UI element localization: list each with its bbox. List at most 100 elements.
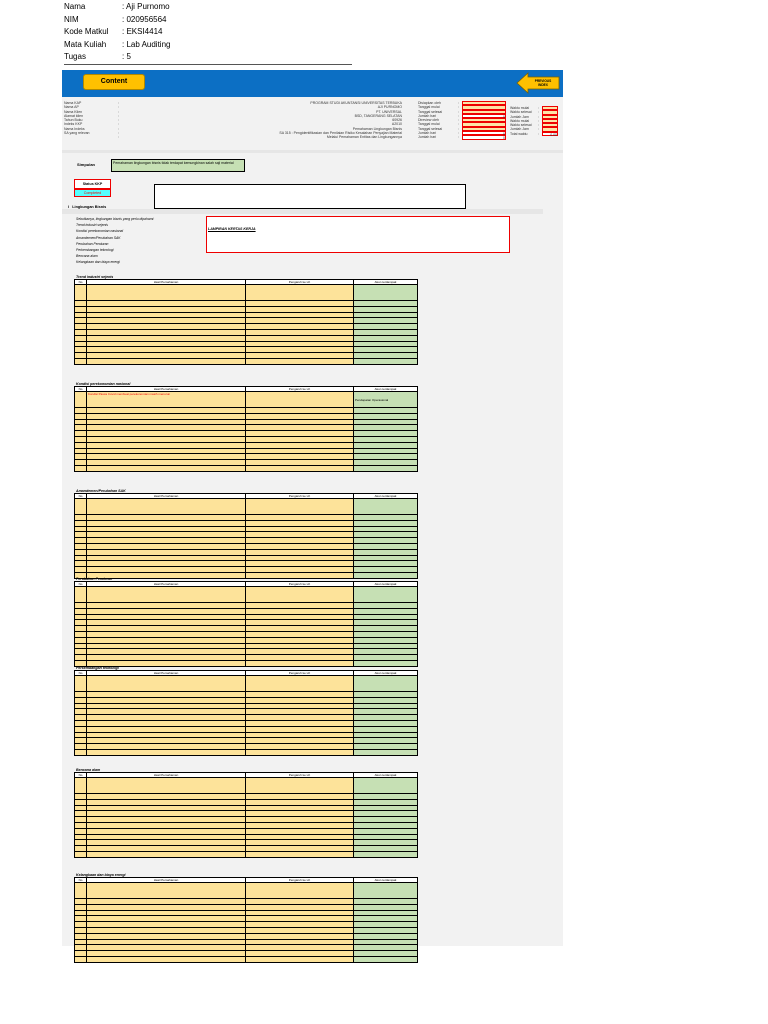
cell[interactable] — [353, 955, 418, 963]
cell[interactable] — [86, 586, 246, 603]
cell[interactable] — [245, 748, 354, 756]
cell[interactable] — [353, 284, 418, 301]
table-row — [74, 777, 418, 794]
content-button[interactable]: Content — [83, 74, 145, 90]
student-label: Mata Kuliah — [64, 39, 107, 49]
cell[interactable] — [86, 284, 246, 301]
cell[interactable] — [353, 675, 418, 692]
table-row — [74, 850, 418, 858]
student-row: Nama: Aji Purnomo — [64, 1, 352, 14]
previous-index-label: PREVIOUS INDEX — [534, 79, 552, 87]
cell[interactable] — [86, 464, 246, 472]
cell-no[interactable] — [74, 391, 87, 408]
student-info: Nama: Aji Purnomo NIM : 020956564 Kode Matk… — [64, 1, 352, 64]
factor-item: Kelangkaan dan biaya energi — [76, 260, 120, 265]
table-row: Kondisi Pasca Covid membuat perekonomian… — [74, 391, 418, 408]
cell[interactable] — [245, 675, 354, 692]
notes-box[interactable] — [154, 184, 466, 209]
previous-index-button[interactable]: PREVIOUS INDEX — [516, 72, 560, 94]
cell[interactable] — [245, 391, 354, 408]
table-row — [74, 586, 418, 603]
student-row: Tugas: 5 — [64, 51, 352, 64]
cell[interactable]: Kondisi Pasca Covid membuat perekonomian… — [86, 391, 246, 408]
cell-no[interactable] — [74, 675, 87, 692]
student-label: Kode Matkul — [64, 27, 109, 36]
cell[interactable] — [86, 882, 246, 899]
table-row — [74, 571, 418, 579]
findings-table: No Hasil Pemahaman Pengaruh ke LK Akun terd… — [74, 581, 418, 667]
info-row: Jumlah hari:0 — [418, 135, 508, 140]
cell[interactable] — [353, 357, 418, 365]
cell[interactable] — [353, 464, 418, 472]
info-row: : Melalui Pemahaman Entitas dan Lingkunga… — [64, 135, 414, 139]
cell[interactable] — [353, 498, 418, 515]
cell[interactable] — [86, 675, 246, 692]
simpulan-text[interactable]: Pemahaman lingkungan bisnis tidak terdap… — [111, 159, 245, 172]
student-row: Mata Kuliah : Lab Auditing — [64, 39, 352, 52]
info-label — [64, 135, 118, 139]
cell[interactable]: Pendapatan Operasional — [353, 391, 418, 408]
cell[interactable] — [245, 955, 354, 963]
cell[interactable] — [245, 659, 354, 667]
cell-no[interactable] — [74, 498, 87, 515]
cell[interactable] — [245, 882, 354, 899]
table-row — [74, 464, 418, 472]
cell[interactable] — [86, 498, 246, 515]
table-row — [74, 659, 418, 667]
cell[interactable] — [245, 850, 354, 858]
cell[interactable] — [74, 748, 87, 756]
cell[interactable] — [86, 850, 246, 858]
table-row — [74, 882, 418, 899]
cell[interactable] — [245, 284, 354, 301]
student-row: NIM : 020956564 — [64, 14, 352, 27]
table-row — [74, 955, 418, 963]
cell[interactable] — [86, 357, 246, 365]
audit-info-right: Disiapkan oleh: Tanggal mulai: Tanggal sel… — [418, 101, 508, 140]
student-value: : 5 — [122, 52, 131, 61]
cell[interactable] — [245, 777, 354, 794]
divider — [64, 64, 352, 65]
cell[interactable] — [86, 955, 246, 963]
divider — [62, 150, 563, 153]
student-value: : Aji Purnomo — [122, 2, 170, 11]
table-row — [74, 748, 418, 756]
status-badge[interactable]: Completed — [74, 189, 111, 197]
student-row: Kode Matkul: EKSI4414 — [64, 26, 352, 39]
divider — [62, 209, 543, 214]
cell[interactable] — [74, 464, 87, 472]
cell[interactable] — [353, 571, 418, 579]
cell[interactable] — [74, 955, 87, 963]
cell[interactable] — [353, 882, 418, 899]
student-value: : Lab Auditing — [122, 39, 171, 49]
cell-no[interactable] — [74, 586, 87, 603]
findings-table: No Hasil Pemahaman Pengaruh ke LK Akun terd… — [74, 670, 418, 756]
findings-table: No Hasil Pemahaman Pengaruh ke LK Akun terd… — [74, 772, 418, 858]
cell[interactable] — [74, 357, 87, 365]
cell[interactable] — [245, 498, 354, 515]
info-value[interactable]: 0 — [462, 135, 506, 140]
info-value[interactable]: 0.00 — [542, 131, 558, 137]
cell[interactable] — [245, 586, 354, 603]
audit-info-time: Waktu mulai: Waktu selesai: Jumlah Jam: Wak… — [510, 106, 563, 137]
findings-table: No Hasil Pemahaman Pengaruh ke LK Akun terd… — [74, 493, 418, 579]
cell[interactable] — [353, 850, 418, 858]
student-value: : 020956564 — [122, 14, 167, 24]
cell[interactable] — [86, 777, 246, 794]
cell[interactable] — [353, 777, 418, 794]
cell[interactable] — [86, 748, 246, 756]
cell-no[interactable] — [74, 284, 87, 301]
student-label: NIM — [64, 14, 79, 24]
status-kkp-label: Status KKP — [74, 179, 111, 189]
cell[interactable] — [74, 850, 87, 858]
cell[interactable] — [245, 464, 354, 472]
cell[interactable] — [353, 748, 418, 756]
cell-no[interactable] — [74, 882, 87, 899]
cell[interactable] — [245, 571, 354, 579]
lampiran-box[interactable]: LAMPIRAN KERTAS KERJA — [206, 216, 510, 253]
simpulan-label: Simpulan — [77, 162, 96, 167]
cell-no[interactable] — [74, 777, 87, 794]
info-row: Total waktu:0.00 — [510, 131, 563, 137]
cell[interactable] — [353, 659, 418, 667]
cell[interactable] — [353, 586, 418, 603]
cell[interactable] — [245, 357, 354, 365]
